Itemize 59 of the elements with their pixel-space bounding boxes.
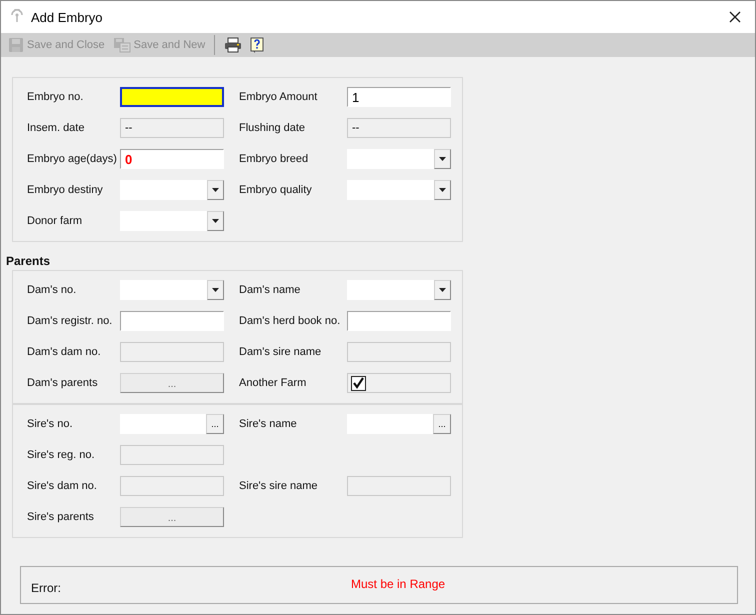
field-label: Sire's reg. no. [27,449,96,461]
input-field[interactable]: 0 [120,149,224,169]
help-icon[interactable] [250,36,264,54]
input-field[interactable] [120,311,224,331]
field-label: Embryo Amount [239,91,318,103]
field-label: Sire's dam no. [27,480,98,492]
caret-icon [439,288,446,292]
field-label: Embryo breed [239,153,310,165]
field-label: Embryo quality [239,184,313,196]
close-icon[interactable] [729,11,741,23]
checkbox[interactable] [351,376,366,390]
browse-button[interactable]: ... [206,414,224,434]
input-field[interactable]: 1 [347,87,451,107]
field-label: Embryo age(days) [27,153,118,165]
caret-icon [212,219,219,223]
input-field[interactable]: -- [120,118,224,138]
lookup-field[interactable]: ... [347,414,451,434]
dropdown[interactable] [347,180,451,200]
checkbox-field[interactable] [347,373,451,393]
window-title: Add Embryo [31,10,103,24]
field-label: Sire's sire name [239,480,319,492]
antenna-icon [9,8,25,22]
printer-icon[interactable] [224,37,242,53]
field-label: Dam's sire name [239,346,322,358]
caret-icon [212,188,219,192]
input-field[interactable]: -- [347,118,451,138]
disk-document-icon [112,37,131,53]
field-label: Embryo destiny [27,184,104,196]
dropdown[interactable] [347,149,451,169]
field-label: Insem. date [27,122,86,134]
input-field[interactable] [120,87,224,107]
caret-icon [439,188,446,192]
field-label: Dam's name [239,284,302,296]
field-label: Dam's registr. no. [27,315,114,327]
field-label: Sire's no. [27,418,74,430]
browse-button[interactable]: ... [120,373,224,393]
field-label: Sire's name [239,418,298,430]
dropdown[interactable] [120,180,224,200]
field-label: Another Farm [239,377,308,389]
error-label: Error: [31,580,61,594]
browse-button[interactable]: ... [120,507,224,527]
section-heading: Parents [5,253,52,270]
field-label: Flushing date [239,122,306,134]
input-field[interactable] [347,311,451,331]
caret-icon [439,157,446,161]
field-label: Dam's dam no. [27,346,102,358]
error-message: Must be in Range [351,577,446,591]
field-label: Dam's parents [27,377,99,389]
lookup-field[interactable]: ... [120,414,224,434]
dropdown[interactable] [347,280,451,300]
field-label: Dam's herd book no. [239,315,342,327]
browse-button[interactable]: ... [433,414,451,434]
field-label: Donor farm [27,215,84,227]
dropdown[interactable] [120,280,224,300]
caret-icon [212,288,219,292]
field-label: Embryo no. [27,91,84,103]
field-label: Sire's parents [27,511,95,523]
dropdown[interactable] [120,211,224,231]
field-label: Dam's no. [27,284,78,296]
